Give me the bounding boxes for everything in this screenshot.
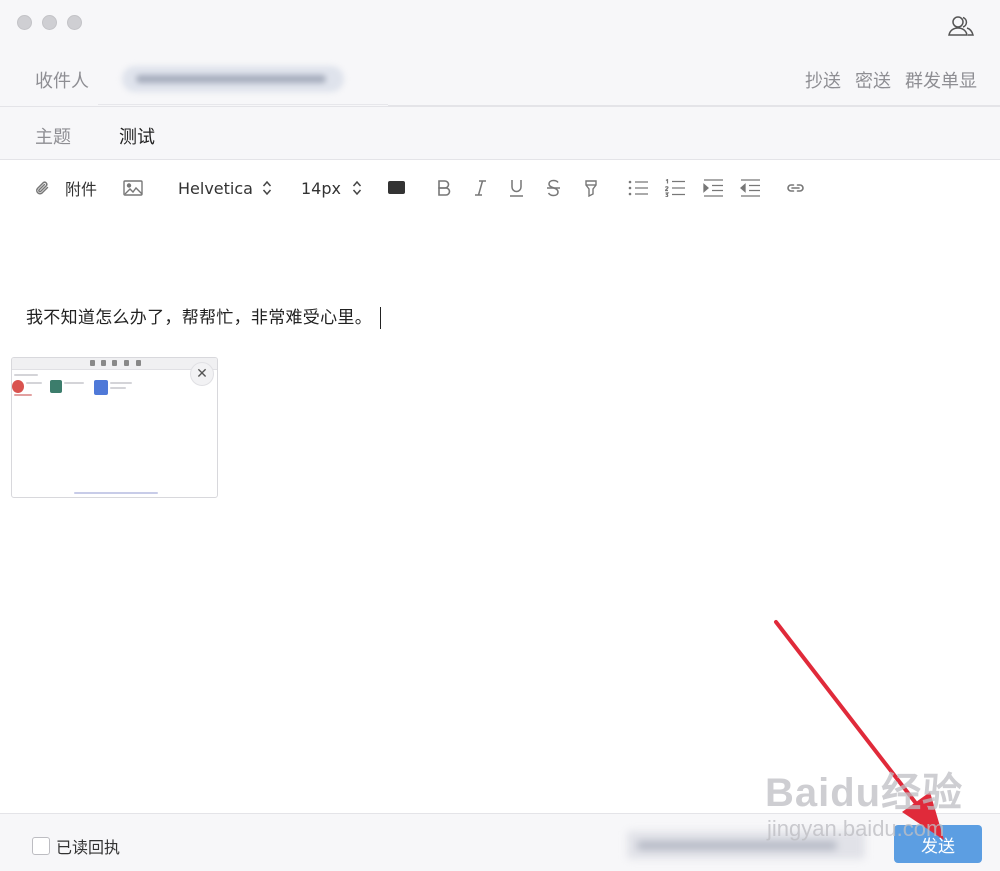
compose-window: 收件人 抄送 密送 群发单显 主题 测试 附件 Helvetica 14px 我… <box>0 0 1000 871</box>
thumb-card <box>50 380 62 393</box>
cc-button[interactable]: 抄送 <box>805 67 841 93</box>
recipient-input-underline <box>98 104 388 105</box>
text-color-icon <box>388 181 405 194</box>
bold-button[interactable] <box>437 177 451 199</box>
font-size-select[interactable]: 14px <box>301 177 362 199</box>
numbered-list-button[interactable] <box>665 177 685 199</box>
thumb-footer <box>74 492 158 494</box>
read-receipt-label: 已读回执 <box>56 838 121 857</box>
body-text-content: 我不知道怎么办了，帮帮忙，非常难受心里。 <box>26 308 372 328</box>
sender-account-redacted[interactable] <box>627 831 865 859</box>
underline-icon <box>510 180 523 197</box>
underline-button[interactable] <box>509 177 524 199</box>
subject-label: 主题 <box>35 127 71 148</box>
thumb-dot <box>112 360 117 366</box>
thumb-card <box>94 380 108 395</box>
bcc-button[interactable]: 密送 <box>855 67 891 93</box>
attach-button[interactable]: 附件 <box>35 177 97 199</box>
text-caret <box>380 307 381 329</box>
indent-button[interactable] <box>703 177 723 199</box>
minimize-window-button[interactable] <box>42 15 57 30</box>
paperclip-icon <box>36 181 49 195</box>
message-body-editor[interactable]: 我不知道怎么办了，帮帮忙，非常难受心里。 <box>0 216 1000 813</box>
subject-row: 主题 测试 <box>0 106 1000 160</box>
inline-image-thumbnail[interactable] <box>11 357 218 498</box>
link-icon <box>787 184 804 192</box>
font-size-value: 14px <box>301 178 341 198</box>
thumb-line <box>110 382 132 384</box>
compose-footer: 已读回执 发送 <box>0 813 1000 871</box>
highlight-button[interactable] <box>584 177 598 199</box>
insert-image-button[interactable] <box>123 177 143 199</box>
strikethrough-button[interactable] <box>546 177 561 199</box>
zoom-window-button[interactable] <box>67 15 82 30</box>
bold-icon <box>438 180 451 196</box>
thumb-line <box>14 374 38 376</box>
header-actions: 抄送 密送 群发单显 <box>805 67 977 93</box>
numbered-list-icon <box>665 179 685 197</box>
thumb-dot <box>124 360 129 366</box>
recipient-row: 收件人 抄送 密送 群发单显 <box>0 50 1000 106</box>
message-header: 收件人 抄送 密送 群发单显 主题 测试 <box>0 50 1000 160</box>
outdent-icon <box>740 179 760 197</box>
recipient-chip-redacted[interactable] <box>122 66 344 92</box>
thumb-card <box>12 380 24 393</box>
thumb-line <box>26 382 42 384</box>
thumbnail-window-bar <box>12 358 217 370</box>
thumb-dot <box>90 360 95 366</box>
contacts-icon[interactable] <box>948 14 974 38</box>
indent-icon <box>703 179 723 197</box>
thumb-dot <box>101 360 106 366</box>
bullet-list-button[interactable] <box>628 177 648 199</box>
thumb-line <box>14 394 32 396</box>
thumb-dot <box>136 360 141 366</box>
italic-button[interactable] <box>474 177 487 199</box>
attach-label: 附件 <box>65 180 98 199</box>
insert-link-button[interactable] <box>786 177 805 199</box>
read-receipt-checkbox[interactable] <box>32 837 50 855</box>
close-window-button[interactable] <box>17 15 32 30</box>
remove-image-button[interactable]: ✕ <box>190 362 214 386</box>
send-button[interactable]: 发送 <box>894 825 982 863</box>
image-icon <box>123 180 143 196</box>
window-controls <box>17 15 82 30</box>
format-toolbar: 附件 Helvetica 14px <box>0 160 1000 216</box>
mass-single-display-button[interactable]: 群发单显 <box>905 67 977 93</box>
title-bar <box>0 0 1000 50</box>
font-family-select[interactable]: Helvetica <box>178 177 272 199</box>
body-text[interactable]: 我不知道怎么办了，帮帮忙，非常难受心里。 <box>26 303 381 329</box>
thumb-line <box>64 382 84 384</box>
read-receipt-toggle[interactable]: 已读回执 <box>32 834 120 858</box>
bullet-list-icon <box>628 180 648 196</box>
close-icon: ✕ <box>196 366 208 382</box>
font-family-value: Helvetica <box>178 178 253 198</box>
outdent-button[interactable] <box>740 177 760 199</box>
italic-icon <box>475 180 486 196</box>
recipient-label: 收件人 <box>35 71 89 92</box>
chevron-updown-icon <box>352 180 362 196</box>
text-color-button[interactable] <box>388 177 405 199</box>
chevron-updown-icon <box>262 180 272 196</box>
subject-input[interactable]: 测试 <box>119 123 155 149</box>
highlighter-icon <box>585 180 597 197</box>
strikethrough-icon <box>547 179 560 197</box>
thumb-line <box>110 387 126 389</box>
